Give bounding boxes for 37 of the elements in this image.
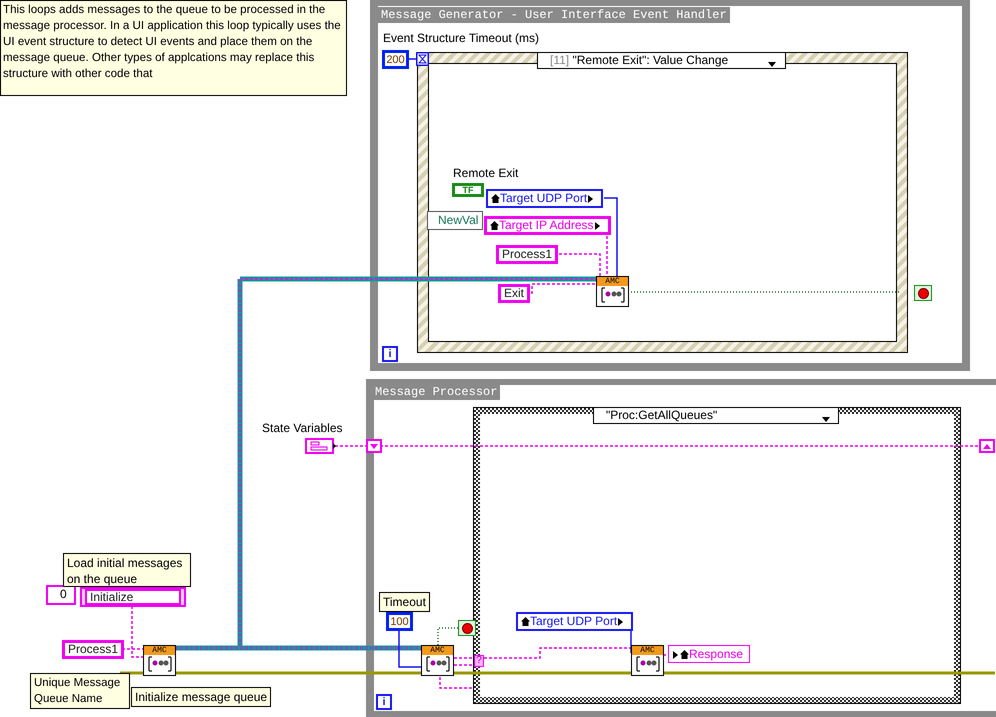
subvi-banner: AMC [632,646,663,655]
array-constant[interactable]: Initialize [80,587,186,607]
comment-note: Load initial messages on the queue [63,553,191,587]
string-constant[interactable]: Process1 [496,245,558,264]
event-data-node: NewVal [427,211,483,230]
numeric-constant[interactable]: 200 [382,50,409,69]
subvi-node[interactable]: AMC [596,276,629,307]
case-selector[interactable]: "Proc:GetAllQueues" [593,407,839,424]
string-constant[interactable]: Exit [498,284,530,303]
subvi-node[interactable]: AMC [421,645,454,676]
control-label: Remote Exit [453,166,518,180]
loop-title: Message Processor [372,384,500,400]
control-label: State Variables [262,421,342,435]
property-node[interactable]: Response [668,645,750,663]
array-element[interactable]: Initialize [85,589,181,605]
control-label: Timeout [379,592,430,612]
iteration-terminal: i [376,694,392,710]
boolean-terminal[interactable]: TF [452,183,484,197]
property-node[interactable]: Target UDP Port [486,189,604,208]
iteration-terminal: i [382,346,398,362]
comment-note: Unique Message Queue Name [30,673,130,709]
subvi-node[interactable]: AMC [631,645,664,676]
loop-title: Message Generator - User Interface Event Handler [378,7,730,23]
string-constant[interactable]: Process1 [62,640,124,659]
subvi-banner: AMC [597,277,628,286]
subvi-banner: AMC [144,646,175,655]
comment-note: Initialize message queue [131,687,272,707]
array-index[interactable]: 0 [46,585,76,605]
subvi-node[interactable]: AMC [143,645,176,676]
property-node[interactable]: Target IP Address [484,216,610,235]
property-node[interactable]: Target UDP Port [516,612,634,631]
subvi-banner: AMC [422,646,453,655]
tunnel-terminal: ? [474,655,484,667]
comment-note: This loops adds messages to the queue to be processed in the message processor. In a UI application this loop typically uses the UI event structure to detect UI events and place them on the message queue. Other types of applcations may replace this structure with other code that [0,0,347,96]
control-label: Event Structure Timeout (ms) [383,31,540,45]
event-case-selector[interactable]: [11] "Remote Exit": Value Change [537,52,786,69]
numeric-constant[interactable]: 100 [386,612,413,631]
